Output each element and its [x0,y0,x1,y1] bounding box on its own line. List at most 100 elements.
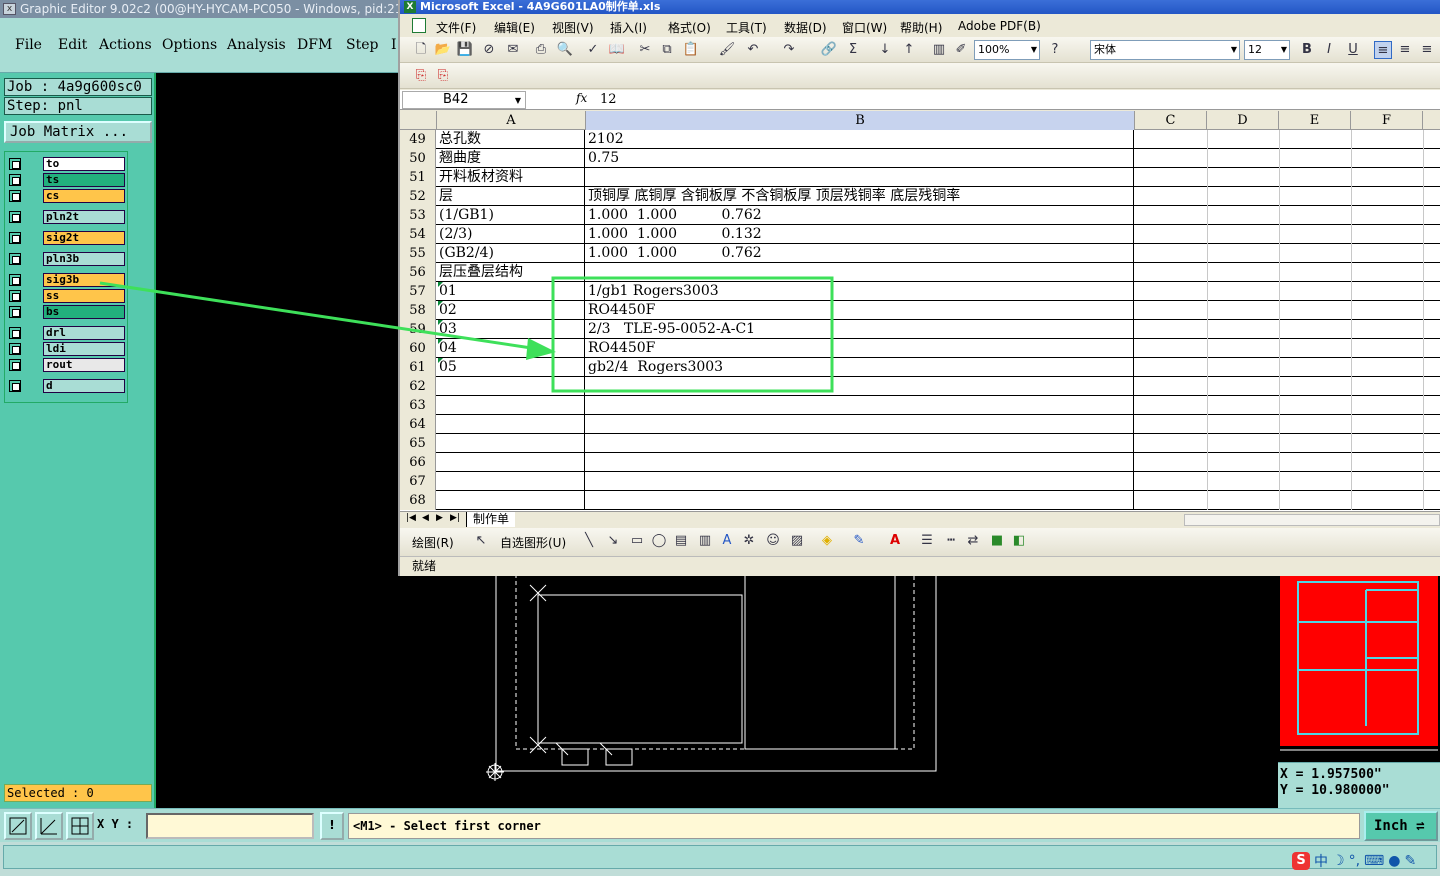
table-row[interactable]: 49 总孔数 2102 [400,130,1440,149]
line-icon[interactable]: ╲ [580,532,598,550]
row-header[interactable]: 66 [400,453,436,472]
name-box[interactable]: B42 ▼ [402,91,526,109]
menu-options[interactable]: Options [162,37,217,53]
email-icon[interactable]: ✉ [504,41,522,59]
col-header-d[interactable]: D [1207,111,1279,130]
layer-row[interactable]: pln2t [5,209,129,224]
wordart-icon[interactable]: A [718,532,736,550]
print-icon[interactable]: ⎙ [532,41,550,59]
align-center-icon[interactable]: ≡ [1396,41,1414,59]
wrench-icon[interactable]: ✎ [1404,853,1416,869]
font-color-icon[interactable]: A [886,532,904,550]
layer-row[interactable]: to [5,156,129,171]
diagram-icon[interactable]: ✲ [740,532,758,550]
cell-b[interactable]: RO4450F [586,301,1134,320]
layer-name[interactable]: cs [43,189,125,203]
row-header[interactable]: 67 [400,472,436,491]
row-header[interactable]: 61 [400,358,436,377]
new-icon[interactable]: 🗋 [412,41,430,59]
textbox-icon[interactable]: ▤ [672,532,690,550]
cell-b[interactable]: RO4450F [586,339,1134,358]
cell-a[interactable]: 03 [437,320,585,339]
cell-a[interactable]: 01 [437,282,585,301]
cell-a[interactable] [437,472,585,491]
row-header[interactable]: 55 [400,244,436,263]
row-header[interactable]: 63 [400,396,436,415]
sogou-icon[interactable]: S [1292,852,1310,870]
row-header[interactable]: 51 [400,168,436,187]
cell-b[interactable]: 顶铜厚 底铜厚 含铜板厚 不含铜板厚 顶层残铜率 底层残铜率 [586,187,1134,206]
table-row[interactable]: 63 [400,396,1440,415]
layer-name[interactable]: d [43,379,125,393]
menu-window[interactable]: 窗口(W) [842,19,887,36]
row-header[interactable]: 54 [400,225,436,244]
align-right-icon[interactable]: ≡ [1418,41,1436,59]
fill-color-icon[interactable]: ◈ [818,532,836,550]
table-row[interactable]: 62 [400,377,1440,396]
layer-checkbox[interactable] [9,380,21,392]
col-header-c[interactable]: C [1135,111,1207,130]
zoom-combo[interactable]: 100% ▼ [974,40,1040,60]
layer-name[interactable]: drl [43,326,125,340]
cell-b[interactable] [586,434,1134,453]
prev-sheet-icon[interactable]: ◀ [422,513,429,523]
layer-row[interactable]: bs [5,304,129,319]
layer-name[interactable]: ss [43,289,125,303]
cell-a[interactable]: 02 [437,301,585,320]
user-icon[interactable]: ● [1388,853,1400,869]
layer-row[interactable]: ts [5,172,129,187]
col-header-b[interactable]: B [586,111,1135,130]
select-all-corner[interactable] [400,111,437,130]
spelling-icon[interactable]: ✓ [584,41,602,59]
keyboard-icon[interactable]: ⌨ [1364,853,1384,869]
layer-name[interactable]: pln2t [43,210,125,224]
arrow-style-icon[interactable]: ⇄ [964,532,982,550]
menu-file[interactable]: 文件(F) [436,19,476,36]
col-header-e[interactable]: E [1279,111,1351,130]
table-row[interactable]: 67 [400,472,1440,491]
next-sheet-icon[interactable]: ▶ [436,513,443,523]
first-sheet-icon[interactable]: |◀ [406,513,416,523]
undo-icon[interactable]: ↶ [744,41,762,59]
format-painter-icon[interactable]: 🖌 [718,41,736,59]
formula-input[interactable]: 12 [600,92,617,107]
ime-toolbar[interactable]: S 中 ☽ °, ⌨ ● ✎ [1292,851,1416,871]
cell-b[interactable]: 1.000 1.000 0.132 [586,225,1134,244]
save-icon[interactable]: 💾 [456,41,474,59]
cell-b[interactable]: 2/3 TLE-95-0052-A-C1 [586,320,1134,339]
autoshapes-menu[interactable]: 自选图形(U) [500,534,566,551]
menu-data[interactable]: 数据(D) [784,19,827,36]
table-row[interactable]: 59 03 2/3 TLE-95-0052-A-C1 [400,320,1440,339]
line-style-icon[interactable]: ☰ [918,532,936,550]
pdf-convert-icon[interactable]: ⎘ [412,67,430,85]
copy-icon[interactable]: ⧉ [658,41,676,59]
table-row[interactable]: 66 [400,453,1440,472]
layer-checkbox[interactable] [9,211,21,223]
menu-format[interactable]: 格式(O) [668,19,711,36]
print-preview-icon[interactable]: 🔍 [556,41,574,59]
dash-style-icon[interactable]: ┅ [942,532,960,550]
oval-icon[interactable]: ◯ [650,532,668,550]
ime-mode[interactable]: 中 [1314,851,1328,871]
layer-name[interactable]: to [43,157,125,171]
line-color-icon[interactable]: ✎ [850,532,868,550]
menu-dfm[interactable]: DFM [297,37,332,53]
measure-button[interactable] [35,812,63,840]
menu-view[interactable]: 视图(V) [552,19,594,36]
redo-icon[interactable]: ↷ [780,41,798,59]
spreadsheet-grid[interactable]: A B C D E F 49 总孔数 2102 50 翘曲度 0.75 51 开料板材资料 52… [400,111,1440,511]
horizontal-scrollbar[interactable] [1184,514,1440,526]
row-header[interactable]: 57 [400,282,436,301]
row-header[interactable]: 56 [400,263,436,282]
table-row[interactable]: 65 [400,434,1440,453]
permission-icon[interactable]: ⊘ [480,41,498,59]
underline-icon[interactable]: U [1344,41,1362,59]
draw-menu[interactable]: 绘图(R) [412,534,454,551]
row-header[interactable]: 49 [400,130,436,149]
clipart-icon[interactable]: ☺ [764,532,782,550]
layer-name[interactable]: bs [43,305,125,319]
row-header[interactable]: 50 [400,149,436,168]
cell-a[interactable]: 层压叠层结构 [437,263,585,282]
cell-b[interactable]: 2102 [586,130,1134,149]
cell-b[interactable] [586,415,1134,434]
